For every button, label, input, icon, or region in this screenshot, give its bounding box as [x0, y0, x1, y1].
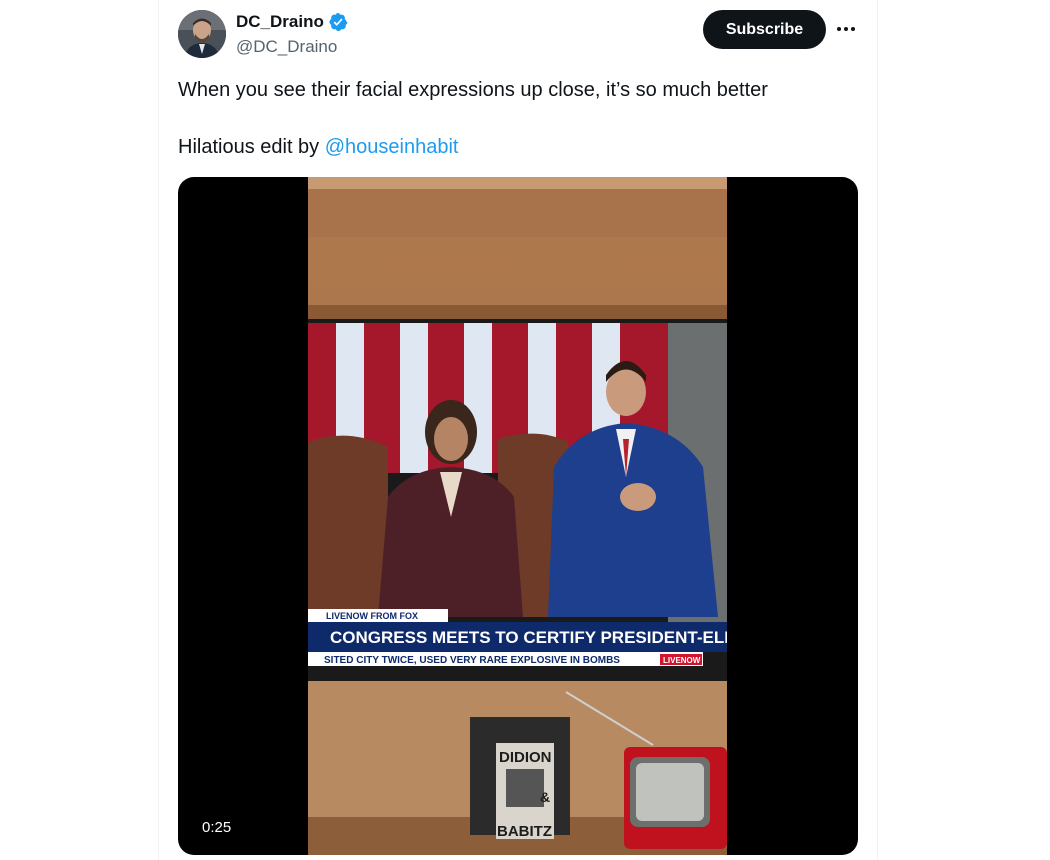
book-amp: & [540, 789, 550, 805]
book-title-bottom: BABITZ [497, 823, 552, 840]
chyron-headline: CONGRESS MEETS TO CERTIFY PRESIDENT-ELEC… [330, 628, 727, 647]
tweet-text-line-1: When you see their facial expressions up… [178, 79, 768, 101]
subscribe-button[interactable]: Subscribe [703, 10, 826, 49]
video-still: LIVENOW FROM FOX CONGRESS MEETS TO CERTI… [308, 177, 727, 855]
more-options-icon[interactable] [834, 16, 858, 42]
user-handle[interactable]: @DC_Draino [236, 37, 337, 57]
verified-badge-icon[interactable] [328, 12, 348, 32]
tweet-text-prefix: Hilatious edit by [178, 136, 325, 158]
chyron-logo: LIVENOW [663, 656, 701, 665]
author-name-row: DC_Draino [236, 12, 348, 32]
video-duration: 0:25 [196, 817, 238, 838]
tweet-text-line-2: Hilatious edit by @houseinhabit [178, 135, 458, 159]
display-name[interactable]: DC_Draino [236, 12, 324, 32]
chyron-ticker: SITED CITY TWICE, USED VERY RARE EXPLOSI… [324, 655, 620, 666]
video-frame: LIVENOW FROM FOX CONGRESS MEETS TO CERTI… [308, 177, 727, 855]
chyron-label: LIVENOW FROM FOX [326, 611, 418, 621]
avatar[interactable] [178, 10, 226, 58]
mention-link[interactable]: @houseinhabit [325, 136, 459, 158]
book-title-top: DIDION [499, 749, 552, 766]
video-player[interactable]: LIVENOW FROM FOX CONGRESS MEETS TO CERTI… [178, 177, 858, 855]
